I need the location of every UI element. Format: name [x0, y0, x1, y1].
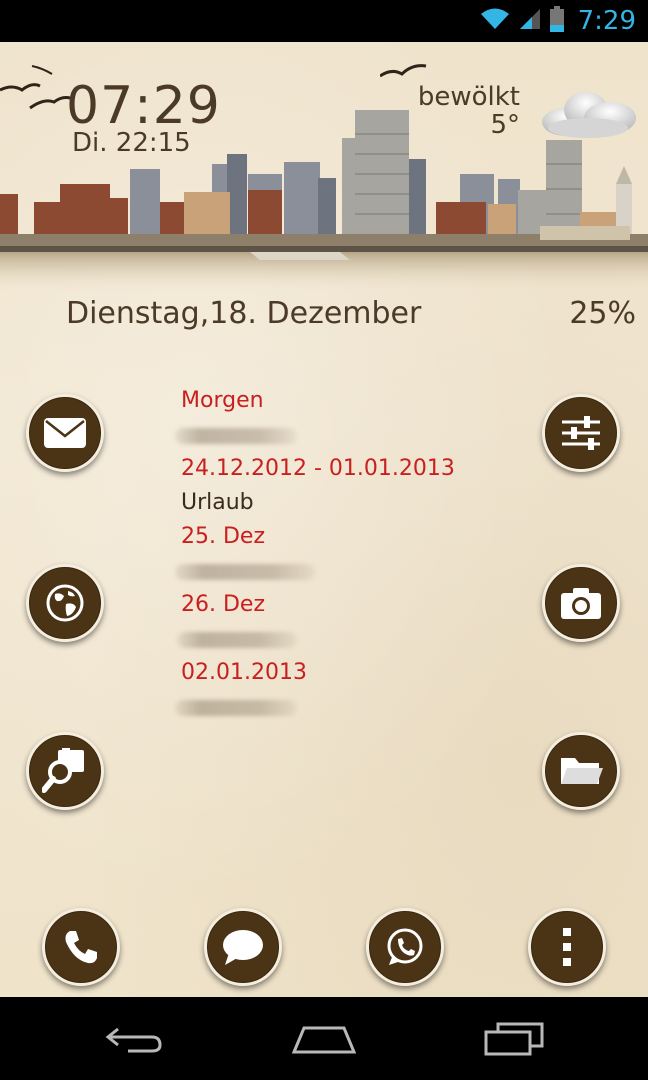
- calendar-entry-date[interactable]: 24.12.2012 - 01.01.2013: [181, 456, 455, 481]
- calendar-entry-date[interactable]: Morgen: [181, 388, 264, 413]
- globe-icon: [46, 584, 84, 622]
- calendar-entry-title[interactable]: Urlaub: [181, 490, 254, 515]
- home-icon: [292, 1026, 356, 1054]
- home-screen: 07:29 Di. 22:15 bewölkt 5° Dienstag,18. …: [0, 42, 648, 997]
- status-time: 7:29: [577, 6, 636, 36]
- phone-icon: [65, 931, 97, 964]
- phone-dock-button[interactable]: [42, 908, 120, 986]
- back-button[interactable]: [94, 1017, 174, 1061]
- chat-bubble-icon: [223, 930, 263, 965]
- wifi-icon: [480, 7, 510, 35]
- calendar-entry-date[interactable]: 26. Dez: [181, 592, 265, 617]
- files-app-button[interactable]: [542, 732, 620, 810]
- app-drawer-dock-button[interactable]: [528, 908, 606, 986]
- camera-app-button[interactable]: [542, 564, 620, 642]
- redacted-title: [175, 700, 297, 716]
- status-bar: 7:29: [0, 0, 648, 42]
- menu-dots-icon: [563, 928, 571, 966]
- battery-icon: [549, 6, 564, 36]
- battery-percentage: 25%: [569, 296, 636, 331]
- messaging-dock-button[interactable]: [204, 908, 282, 986]
- settings-app-button[interactable]: [542, 394, 620, 472]
- date-text[interactable]: Dienstag,18. Dezember: [66, 296, 421, 331]
- clock-time[interactable]: 07:29: [66, 76, 221, 136]
- browser-app-button[interactable]: [26, 564, 104, 642]
- status-icons: 7:29: [480, 5, 636, 37]
- calendar-entry-date[interactable]: 25. Dez: [181, 524, 265, 549]
- camera-icon: [561, 588, 601, 619]
- weather-condition[interactable]: bewölkt: [418, 82, 520, 112]
- alarm-time[interactable]: Di. 22:15: [72, 128, 191, 158]
- redacted-title: [175, 564, 315, 580]
- gallery-app-button[interactable]: [26, 732, 104, 810]
- mail-app-button[interactable]: [26, 394, 104, 472]
- recents-icon: [484, 1022, 544, 1056]
- whatsapp-icon: [387, 928, 423, 965]
- settings-sliders-icon: [562, 416, 600, 450]
- navigation-bar: [0, 997, 648, 1080]
- photo-search-icon: [42, 748, 84, 793]
- weather-temperature[interactable]: 5°: [490, 110, 520, 140]
- home-button[interactable]: [284, 1017, 364, 1061]
- calendar-entry-date[interactable]: 02.01.2013: [181, 660, 307, 685]
- redacted-title: [177, 632, 297, 648]
- bird-illustration: [380, 64, 427, 78]
- whatsapp-dock-button[interactable]: [366, 908, 444, 986]
- redacted-title: [175, 428, 297, 444]
- folder-icon: [561, 758, 603, 784]
- signal-icon: [518, 7, 542, 35]
- recents-button[interactable]: [474, 1017, 554, 1061]
- mail-icon: [44, 418, 86, 448]
- cloud-icon[interactable]: [536, 86, 640, 142]
- back-icon: [105, 1027, 162, 1053]
